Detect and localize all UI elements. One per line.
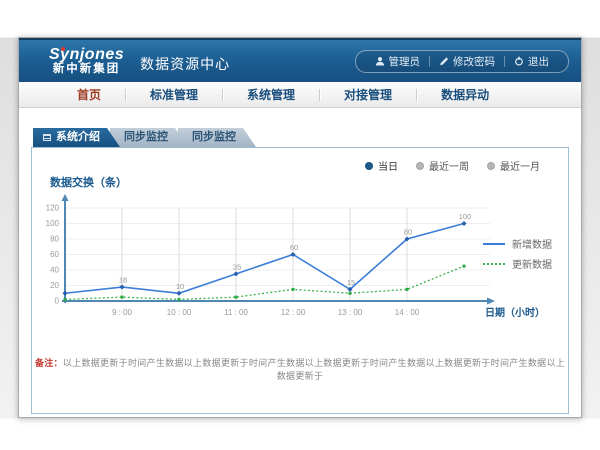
- radio-label: 最近一周: [429, 158, 469, 173]
- svg-text:0: 0: [55, 297, 60, 306]
- svg-text:20: 20: [50, 281, 59, 290]
- footer-note: 备注：以上数据更新于时间产生数据以上数据更新于时间产生数据以上数据更新于时间产生…: [32, 356, 568, 382]
- radio-last-month[interactable]: 最近一月: [487, 158, 540, 173]
- svg-text:60: 60: [290, 243, 298, 252]
- tab-sync-monitor-1[interactable]: 同步监控: [110, 128, 188, 147]
- solid-line-swatch: [483, 243, 505, 245]
- svg-text:13 : 00: 13 : 00: [338, 308, 363, 317]
- note-prefix: 备注：: [35, 358, 63, 368]
- svg-text:15: 15: [347, 278, 355, 287]
- logout-label: 退出: [528, 54, 549, 69]
- app-header: Synjones 新中新集团 数据资源中心 管理员 修改密码: [19, 38, 581, 82]
- chart-panel: 当日 最近一周 最近一月 数据交换（条） 0 20 40 60 80 100 120 9 : …: [31, 147, 569, 414]
- nav-item-standard-mgmt[interactable]: 标准管理: [126, 86, 222, 103]
- svg-text:日期（小时）: 日期（小时）: [485, 306, 545, 319]
- radio-dot-icon: [487, 162, 495, 170]
- chart-svg: 0 20 40 60 80 100 120 9 : 00 10 : 00 11 : 00 12 : …: [42, 194, 547, 326]
- radio-dot-icon: [416, 162, 424, 170]
- svg-text:35: 35: [233, 262, 241, 271]
- person-icon: [375, 56, 385, 66]
- radio-last-week[interactable]: 最近一周: [416, 158, 469, 173]
- user-name-label: 管理员: [389, 54, 421, 69]
- nav-item-home[interactable]: 首页: [53, 86, 125, 103]
- svg-text:100: 100: [46, 219, 60, 228]
- svg-text:14 : 00: 14 : 00: [395, 308, 420, 317]
- power-icon: [514, 56, 524, 66]
- svg-text:40: 40: [50, 266, 59, 275]
- tab-bar: 系统介绍 同步监控 同步监控: [33, 128, 569, 147]
- legend-item-update-data[interactable]: 更新数据: [483, 256, 552, 271]
- tab-label: 同步监控: [124, 131, 168, 143]
- note-text: 以上数据更新于时间产生数据以上数据更新于时间产生数据以上数据更新于时间产生数据以…: [63, 358, 565, 381]
- svg-text:12 : 00: 12 : 00: [281, 308, 306, 317]
- document-icon: [43, 134, 51, 141]
- tab-system-intro[interactable]: 系统介绍: [33, 128, 120, 147]
- tab-sync-monitor-2[interactable]: 同步监控: [178, 128, 256, 147]
- logout-button[interactable]: 退出: [505, 54, 558, 69]
- company-logo: Synjones 新中新集团: [49, 47, 124, 76]
- change-password-label: 修改密码: [453, 54, 495, 69]
- legend-item-new-data[interactable]: 新增数据: [483, 236, 552, 251]
- radio-dot-icon: [365, 162, 373, 170]
- main-nav: 首页 标准管理 系统管理 对接管理 数据异动: [19, 82, 581, 108]
- tab-label: 同步监控: [192, 131, 236, 143]
- content-area: 系统介绍 同步监控 同步监控 当日 最近一周: [19, 108, 581, 414]
- svg-text:11 : 00: 11 : 00: [224, 308, 248, 317]
- nav-item-interface-mgmt[interactable]: 对接管理: [320, 86, 416, 103]
- tab-label: 系统介绍: [56, 128, 100, 147]
- user-toolbar: 管理员 修改密码 退出: [355, 50, 570, 73]
- logo-subtext: 新中新集团: [49, 63, 124, 75]
- line-chart: 0 20 40 60 80 100 120 9 : 00 10 : 00 11 : 00 12 : …: [42, 194, 547, 326]
- svg-text:18: 18: [119, 276, 127, 285]
- current-user-button[interactable]: 管理员: [366, 54, 430, 69]
- chart-legend: 新增数据 更新数据: [483, 236, 552, 276]
- svg-text:60: 60: [50, 250, 59, 259]
- radio-label: 最近一月: [500, 158, 540, 173]
- change-password-button[interactable]: 修改密码: [430, 54, 504, 69]
- nav-item-data-change[interactable]: 数据异动: [417, 86, 513, 103]
- pencil-icon: [439, 56, 449, 66]
- page-title: 数据资源中心: [140, 48, 230, 74]
- radio-today[interactable]: 当日: [365, 158, 398, 173]
- dotted-line-swatch: [483, 263, 505, 265]
- svg-text:10: 10: [176, 282, 184, 291]
- period-filter: 当日 最近一周 最近一月: [365, 158, 540, 173]
- svg-text:80: 80: [404, 228, 412, 237]
- app-window: Synjones 新中新集团 数据资源中心 管理员 修改密码: [18, 37, 582, 418]
- legend-label: 更新数据: [512, 256, 552, 271]
- svg-text:100: 100: [459, 212, 472, 221]
- svg-text:10 : 00: 10 : 00: [167, 308, 192, 317]
- y-axis-title: 数据交换（条）: [50, 174, 127, 190]
- legend-label: 新增数据: [512, 236, 552, 251]
- svg-text:9 : 00: 9 : 00: [112, 308, 133, 317]
- logo-accent-dot: [61, 47, 65, 51]
- radio-label: 当日: [378, 158, 398, 173]
- svg-text:120: 120: [46, 204, 60, 213]
- nav-item-system-mgmt[interactable]: 系统管理: [223, 86, 319, 103]
- svg-text:80: 80: [50, 235, 59, 244]
